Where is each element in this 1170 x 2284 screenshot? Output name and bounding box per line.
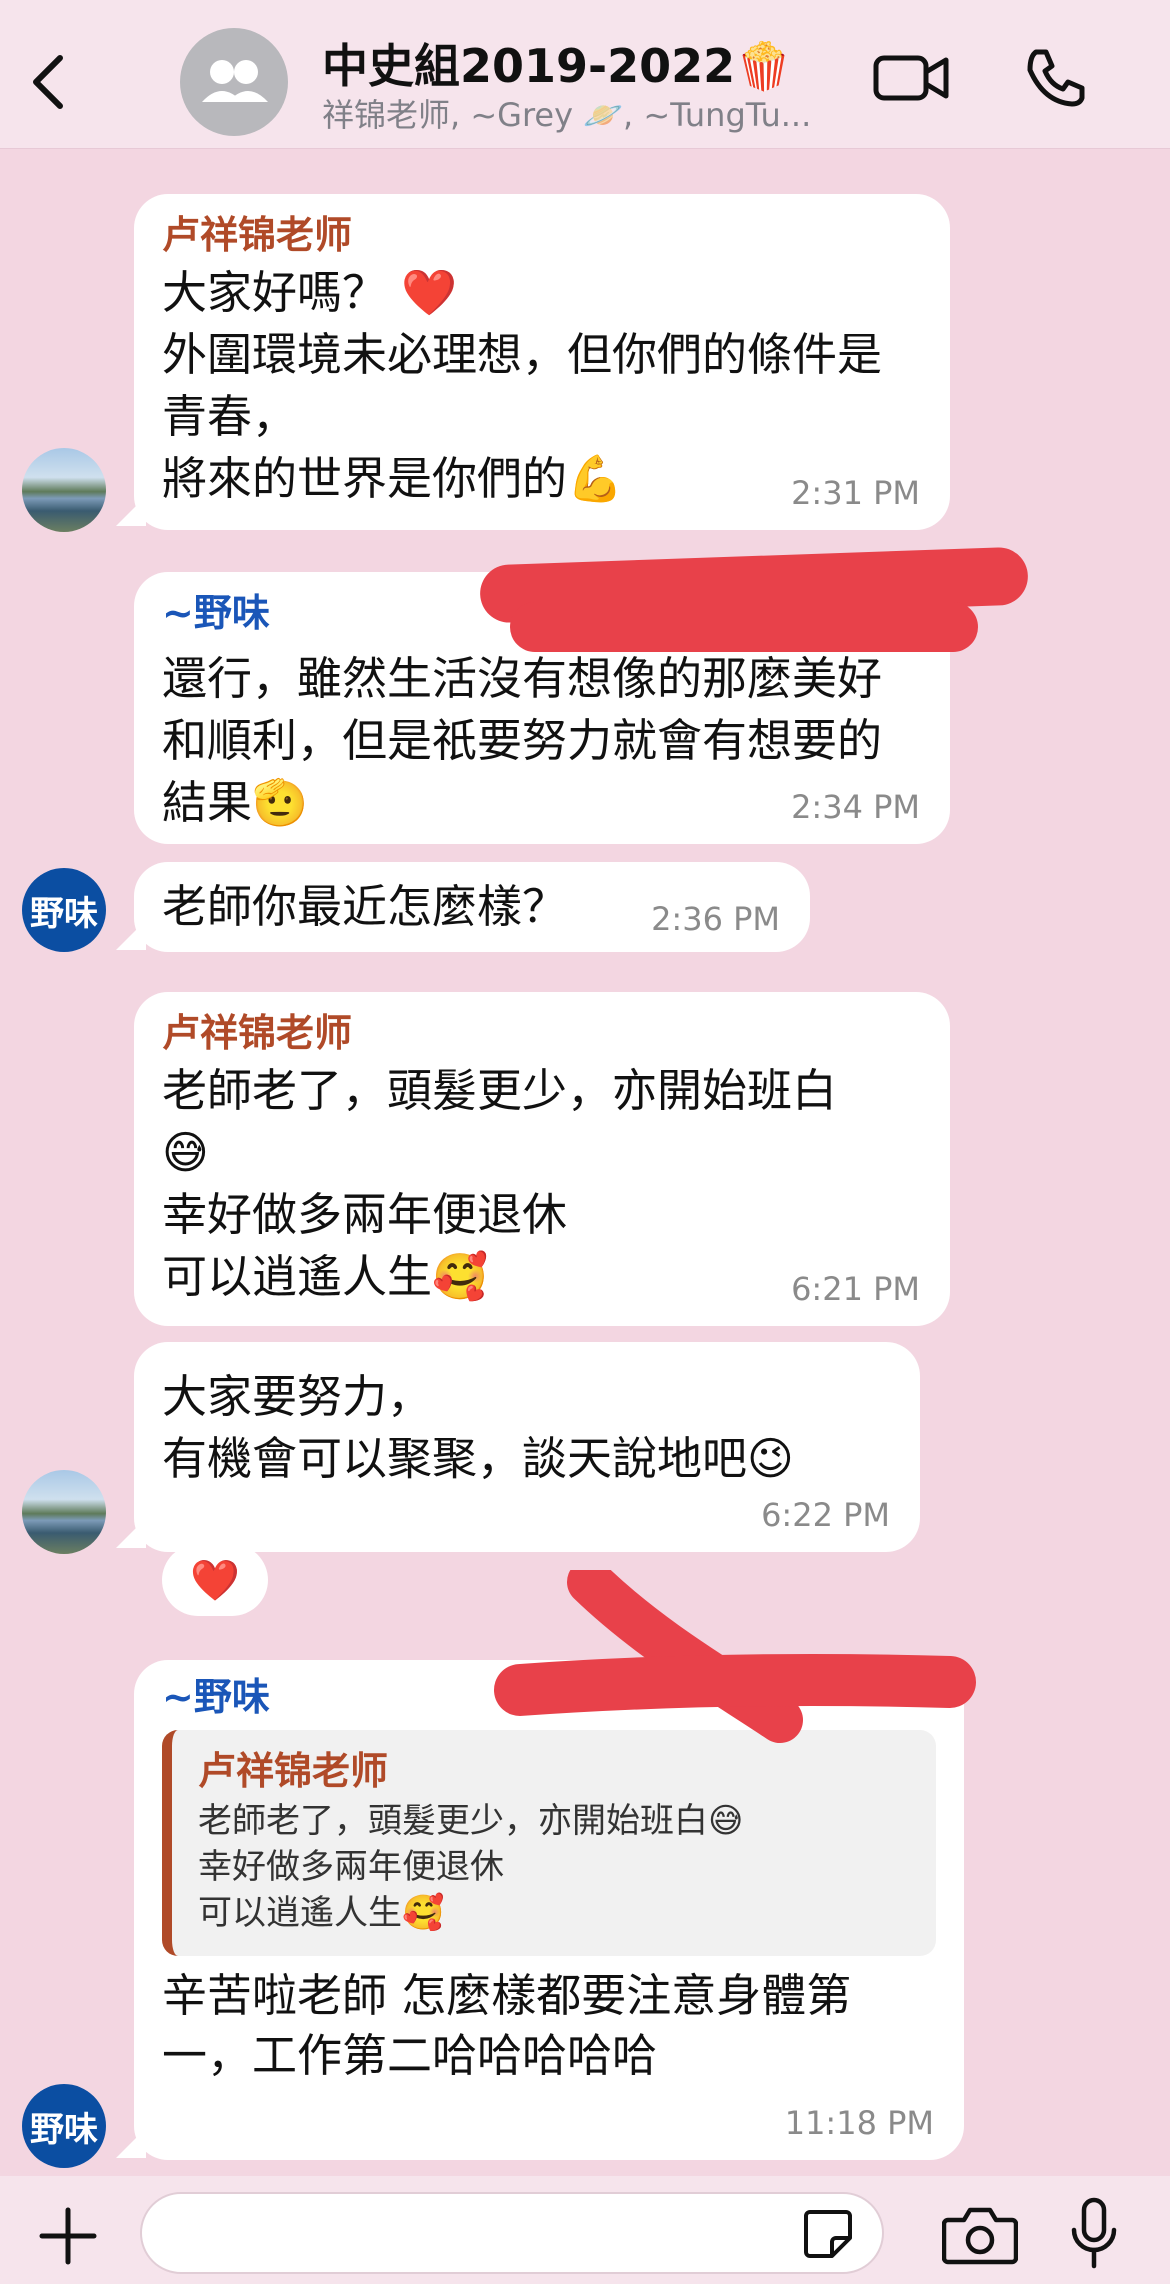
chat-header: 中史組2019-2022🍿 祥锦老师, ~Grey 🪐, ~TungTu... [0, 0, 1170, 149]
message-sender[interactable]: 卢祥锦老师 [162, 212, 922, 258]
message-time: 2:31 PM [791, 474, 920, 512]
yewei-avatar[interactable]: 野味 [22, 2084, 106, 2168]
message-bubble[interactable]: 卢祥锦老师 大家好嗎？ ❤️ 外圍環境未必理想，但你們的條件是青春， 將來的世界… [134, 194, 950, 530]
chat-title[interactable]: 中史組2019-2022🍿 [322, 30, 792, 96]
back-chevron-icon[interactable] [26, 52, 70, 112]
chat-members[interactable]: 祥锦老师, ~Grey 🪐, ~TungTu... [322, 90, 842, 136]
quoted-message[interactable]: 卢祥锦老师 老師老了，頭髮更少，亦開始班白😅 幸好做多兩年便退休 可以逍遙人生🥰 [162, 1730, 936, 1956]
quoted-sender: 卢祥锦老师 [198, 1749, 389, 1793]
group-avatar[interactable] [180, 28, 288, 136]
microphone-icon[interactable] [1068, 2196, 1120, 2272]
message-text: 大家要努力， 有機會可以聚聚，談天說地吧😉 [162, 1370, 794, 1485]
message-bubble[interactable]: 大家要努力， 有機會可以聚聚，談天說地吧😉 6:22 PM [134, 1342, 920, 1552]
redaction-scribble [494, 1570, 976, 1743]
video-call-icon[interactable] [872, 48, 952, 108]
bubble-tail [116, 496, 146, 526]
message-text: 辛苦啦老師 怎麼樣都要注意身體第一，工作第二哈哈哈哈哈 [162, 1969, 852, 2082]
add-plus-icon[interactable] [38, 2206, 98, 2266]
message-bubble[interactable]: 老師你最近怎麼樣？ 2:36 PM [134, 862, 810, 952]
yewei-avatar[interactable]: 野味 [22, 868, 106, 952]
composer-bar [0, 2176, 1170, 2284]
message-time: 6:22 PM [761, 1496, 890, 1534]
message-input[interactable] [140, 2192, 884, 2274]
group-people-icon [202, 60, 268, 102]
teacher-avatar[interactable] [22, 448, 106, 532]
camera-icon[interactable] [942, 2204, 1018, 2266]
message-sender[interactable]: 卢祥锦老师 [162, 1010, 922, 1056]
bubble-tail [116, 1518, 146, 1548]
message-time: 11:18 PM [784, 2104, 934, 2142]
quoted-text: 老師老了，頭髮更少，亦開始班白😅 幸好做多兩年便退休 可以逍遙人生🥰 [198, 1801, 744, 1933]
message-bubble[interactable]: 卢祥锦老师 老師老了，頭髮更少，亦開始班白 😅 幸好做多兩年便退休 可以逍遙人生… [134, 992, 950, 1326]
bubble-tail [116, 920, 146, 950]
message-time: 6:21 PM [791, 1270, 920, 1308]
phone-call-icon[interactable] [1022, 46, 1086, 110]
message-time: 2:36 PM [651, 900, 780, 938]
bubble-tail [116, 2128, 146, 2158]
redaction-mark [510, 602, 978, 652]
message-time: 2:34 PM [791, 788, 920, 826]
heart-reaction[interactable]: ❤️ [162, 1544, 268, 1616]
message-text: 大家好嗎？ ❤️ 外圍環境未必理想，但你們的條件是青春， 將來的世界是你們的💪 [162, 266, 883, 505]
teacher-avatar[interactable] [22, 1470, 106, 1554]
sticker-icon[interactable] [802, 2208, 854, 2260]
heart-reaction-icon: ❤️ [190, 1557, 240, 1604]
